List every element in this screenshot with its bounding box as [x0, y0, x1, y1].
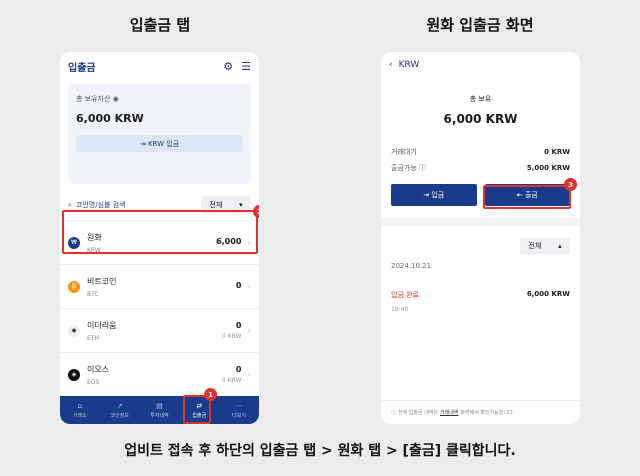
coin-symbol: BTC — [87, 290, 99, 298]
footer-caption: 업비트 접속 후 하단의 입출금 탭 > 원화 탭 > [출금] 클릭합니다. — [124, 443, 516, 459]
highlight-krw-row — [62, 210, 258, 254]
back-icon[interactable]: ‹ — [389, 60, 393, 70]
krw-deposit-button[interactable]: ⇥ KRW 입금 — [76, 135, 243, 152]
transaction-status: 입금 완료 — [391, 291, 419, 299]
tab-5[interactable]: ⋯ 더보기 — [219, 396, 259, 424]
caret-down-icon: ▾ — [239, 201, 243, 209]
asset-card: 총 보유자산 ◉ 6,000 KRW ⇥ KRW 입금 — [68, 84, 251, 184]
step-badge-3: 3 — [564, 178, 577, 191]
krw-deposit-withdraw-screen: ‹ KRW 총 보유 6,000 KRW 거래대기 0 KRW 출금가능 ⓘ 5,… — [381, 52, 580, 424]
total-value: 6,000 KRW — [443, 112, 518, 126]
chart-icon: ⌂ — [77, 401, 83, 410]
header: ‹ KRW — [381, 52, 580, 78]
transaction-time: 19:40 — [391, 306, 409, 313]
page-title: 입출금 — [68, 62, 96, 74]
search-input[interactable]: ⌕ 코인명/심볼 검색 — [68, 200, 126, 210]
highlight-withdraw-button — [483, 185, 571, 209]
asset-value: 6,000 KRW — [76, 112, 144, 125]
deposit-icon: ⇥ — [139, 139, 146, 148]
tab-label: 투자내역 — [150, 412, 169, 419]
deposit-icon: ⇥ — [423, 191, 430, 199]
coin-name: 비트코인 — [87, 276, 117, 286]
coin-symbol: EOS — [87, 378, 100, 386]
back-label: KRW — [398, 60, 420, 70]
transaction-row[interactable]: 입금 완료 6,000 KRW — [381, 290, 580, 300]
search-icon: ⌕ — [68, 200, 72, 209]
step-badge-2: 2 — [253, 205, 259, 218]
coin-logo-icon: ◈ — [68, 368, 80, 381]
coin-krw-value: 0 KRW — [221, 377, 242, 384]
coin-symbol: ETH — [87, 334, 99, 342]
left-caption: 입출금 탭 — [129, 16, 191, 34]
chevron-right-icon: › — [247, 369, 251, 380]
asset-label: 총 보유자산 ◉ — [76, 95, 119, 103]
coin-name: 이오스 — [87, 364, 110, 374]
history-filter-select[interactable]: 전체 ▴ — [520, 238, 570, 254]
pending-row: 거래대기 0 KRW — [391, 148, 570, 156]
deposit-withdraw-tab-screen: 입출금 ⚙ ☰ 총 보유자산 ◉ 6,000 KRW ⇥ KRW 입금 ⌕ 코인… — [60, 52, 259, 424]
coin-amount: 0 — [235, 365, 242, 374]
coin-amount: 0 — [235, 321, 242, 330]
tab-1[interactable]: ⌂ 거래소 — [60, 396, 100, 424]
total-label: 총 보유 — [469, 95, 492, 103]
coin-name: 이더리움 — [87, 320, 117, 330]
history-note: ⓘ 전체 입출금 내역은 거래내역 화면에서 확인가능합니다. — [381, 400, 580, 424]
tab-2[interactable]: ↗ 코인정보 — [100, 396, 140, 424]
caret-up-icon: ▴ — [558, 242, 562, 250]
header: 입출금 ⚙ ☰ — [60, 52, 259, 80]
chart-line-icon: ↗ — [116, 401, 123, 410]
chat-icon[interactable]: ☰ — [241, 60, 251, 73]
transaction-amount: 6,000 KRW — [526, 290, 570, 298]
wallet-icon: ▤ — [156, 401, 163, 410]
info-icon[interactable]: ⓘ — [419, 164, 426, 172]
bottom-tab-bar: ⌂ 거래소 ↗ 코인정보 ▤ 투자내역 ⇄ 입출금 ⋯ 더보기 — [60, 396, 259, 424]
grid-icon: ⋯ — [235, 401, 243, 410]
tab-label: 거래소 — [72, 412, 87, 419]
deposit-button[interactable]: ⇥ 입금 — [391, 184, 477, 206]
coin-amount: 0 — [235, 280, 242, 290]
coin-row-eos[interactable]: ◈ 이오스 EOS 0 0 KRW › — [60, 352, 259, 396]
step-badge-1: 1 — [204, 388, 217, 401]
available-row: 출금가능 ⓘ 5,000 KRW — [391, 164, 570, 172]
coin-row-eth[interactable]: ◆ 이더리움 ETH 0 0 KRW › — [60, 308, 259, 352]
coin-logo-icon: ₿ — [68, 280, 80, 293]
tab-label: 코인정보 — [110, 412, 129, 419]
history-date: 2024.10.21 — [391, 262, 432, 270]
chevron-right-icon: › — [247, 325, 251, 336]
coin-krw-value: 0 KRW — [221, 333, 242, 340]
coin-logo-icon: ◆ — [68, 324, 80, 337]
chevron-right-icon: › — [247, 281, 251, 292]
gear-icon[interactable]: ⚙ — [223, 60, 233, 73]
info-icon: ⓘ — [391, 410, 397, 416]
tab-3[interactable]: ▤ 투자내역 — [140, 396, 180, 424]
coin-row-btc[interactable]: ₿ 비트코인 BTC 0 › — [60, 264, 259, 308]
history-link[interactable]: 거래내역 — [440, 409, 458, 416]
eye-icon[interactable]: ◉ — [113, 95, 119, 103]
tab-label: 더보기 — [232, 412, 246, 419]
right-caption: 원화 입출금 화면 — [426, 16, 534, 34]
